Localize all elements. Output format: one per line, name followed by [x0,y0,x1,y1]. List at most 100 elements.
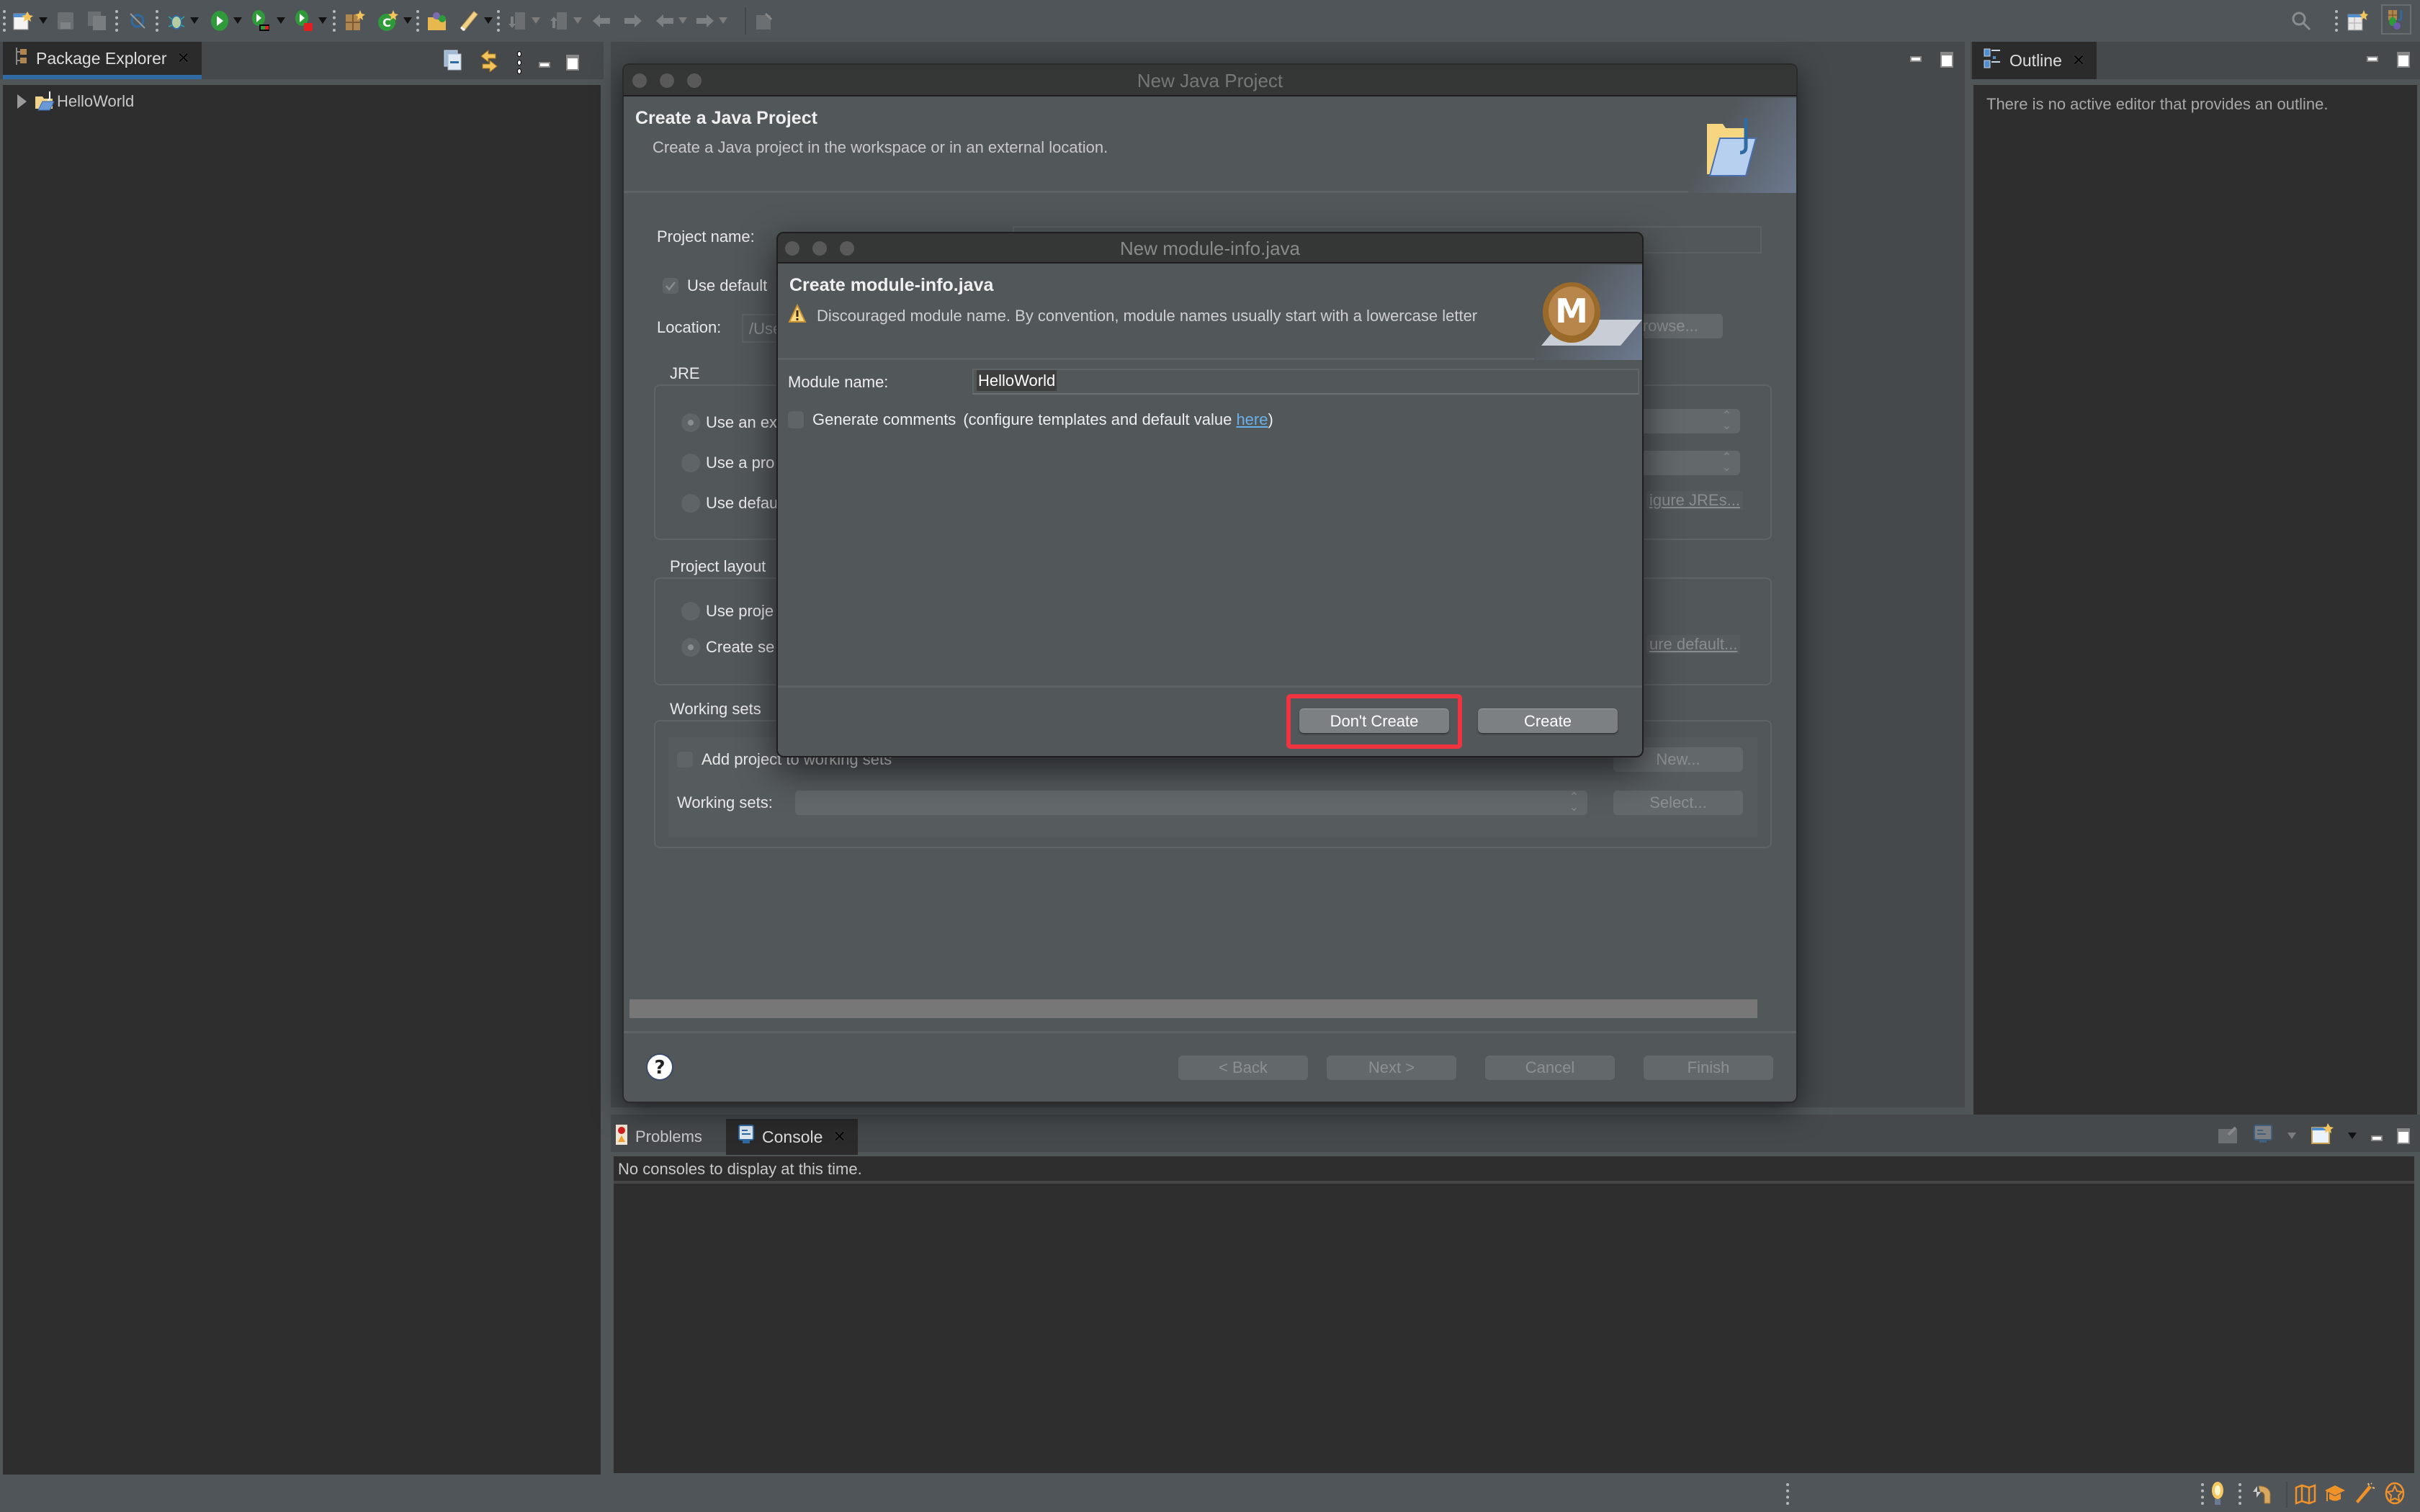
select-working-sets-button[interactable]: Select... [1613,791,1743,815]
working-sets-label: Working sets: [677,793,773,811]
module-banner: Create module-info.java Discouraged modu… [778,265,1642,360]
zoom-window-button[interactable] [840,241,854,256]
external-tools-dropdown[interactable] [318,17,327,24]
annotation-dropdown[interactable] [484,17,493,24]
coverage-dropdown[interactable] [277,17,285,24]
minimize-icon[interactable] [539,61,550,68]
maximize-icon[interactable] [2397,52,2410,68]
configure-templates-link[interactable]: here [1236,410,1268,429]
open-perspective-icon[interactable] [2344,7,2371,35]
generate-comments-label[interactable]: Generate comments [812,410,956,429]
debug-dropdown[interactable] [190,17,199,24]
tab-outline[interactable]: Outline ✕ [1972,42,2097,79]
module-name-input[interactable]: HelloWorld [972,369,1639,395]
minimize-window-button[interactable] [660,73,674,88]
new-class-dropdown[interactable] [403,17,412,24]
close-icon[interactable]: ✕ [833,1128,846,1146]
minimize-icon[interactable] [2371,1135,2383,1141]
expand-arrow-icon[interactable] [17,94,27,109]
create-button[interactable]: Create [1478,708,1618,733]
debug-icon[interactable] [163,7,190,35]
minimize-window-button[interactable] [812,241,827,256]
add-to-working-sets-checkbox[interactable] [677,752,693,768]
whats-new-icon[interactable] [2384,1482,2406,1508]
search-icon[interactable] [2287,7,2315,35]
java-project-wizard-icon [1707,118,1757,176]
wizard-description: Create a Java project in the workspace o… [653,138,1108,156]
close-window-button[interactable] [785,241,799,256]
tab-console[interactable]: Console ✕ [726,1119,858,1155]
view-menu-icon[interactable] [516,50,523,74]
layout-option-separate-folders[interactable] [681,638,700,657]
toolbar-separator [497,10,500,32]
tab-problems[interactable]: Problems [615,1122,702,1152]
jre-option-project-specific[interactable] [681,454,700,472]
layout-option-project-folder[interactable] [681,602,700,621]
jre-group-label: JRE [670,364,700,382]
tip-of-day-icon[interactable] [2210,1480,2226,1510]
previous-annotation-icon [546,7,573,35]
next-button[interactable]: Next > [1327,1056,1456,1080]
maximize-icon[interactable] [566,54,579,71]
back-dropdown [678,17,687,24]
minimize-icon[interactable] [2367,56,2378,62]
last-edit-location-icon [588,7,615,35]
tab-package-explorer[interactable]: Package Explorer ✕ [3,42,202,79]
location-label: Location: [657,318,722,336]
package-explorer-tree: HelloWorld [3,85,601,1475]
dont-create-button[interactable]: Don't Create [1299,708,1449,733]
pen-annotation-icon[interactable] [455,7,483,35]
dialog-title: New module-info.java [1119,238,1300,259]
new-java-class-icon[interactable]: C [375,7,402,35]
back-button[interactable]: < Back [1178,1056,1308,1080]
collapse-all-icon[interactable] [444,50,462,75]
generate-comments-checkbox[interactable] [788,411,804,428]
close-window-button[interactable] [632,73,647,88]
close-icon[interactable]: ✕ [2072,51,2085,70]
toolbar-separator [333,10,336,32]
display-console-dropdown[interactable] [2287,1133,2296,1139]
open-type-icon[interactable] [124,7,151,35]
new-java-package-icon[interactable] [341,7,369,35]
tutorials-icon[interactable] [2323,1483,2347,1508]
forward-edit-icon [619,7,647,35]
outline-icon [1984,48,2002,73]
zoom-window-button[interactable] [687,73,702,88]
link-with-editor-icon[interactable] [478,49,500,76]
open-console-dropdown[interactable] [2348,1133,2357,1139]
tree-item-helloworld[interactable]: HelloWorld [17,91,134,112]
restore-icon[interactable] [2250,1483,2273,1508]
cancel-button[interactable]: Cancel [1485,1056,1615,1080]
editor-area-controls [1910,52,1953,68]
display-console-icon[interactable] [2253,1124,2273,1148]
new-file-icon[interactable] [9,7,36,35]
open-folder-icon[interactable] [424,7,451,35]
new-dropdown[interactable] [39,17,48,24]
java-perspective-icon[interactable] [2381,4,2411,35]
toolbar-separator [3,10,6,32]
jre-option-default[interactable] [681,494,700,513]
outline-view: Outline ✕ There is no active editor that… [1971,42,2420,1151]
configure-jres-link[interactable]: igure JREs... [1646,491,1743,510]
run-dropdown[interactable] [233,17,242,24]
working-sets-combo[interactable]: ⌃ ⌄ [795,791,1587,815]
coverage-icon[interactable] [248,7,275,35]
console-panel: Problems Console ✕ No consoles to displa… [611,1115,2420,1475]
samples-icon[interactable] [2354,1482,2375,1508]
external-tools-icon[interactable] [291,7,318,35]
problems-tab-label: Problems [635,1128,702,1146]
maximize-icon[interactable] [2397,1128,2410,1144]
close-icon[interactable]: ✕ [177,49,190,68]
maximize-icon[interactable] [1940,52,1953,68]
finish-button[interactable]: Finish [1644,1056,1773,1080]
open-console-icon[interactable] [2311,1123,2334,1148]
jre-option-execution-env[interactable] [681,413,700,432]
use-default-location-checkbox[interactable] [663,278,678,294]
overview-icon[interactable] [2295,1483,2316,1508]
warning-text: Discouraged module name. By convention, … [817,307,1478,325]
run-icon[interactable] [206,7,233,35]
configure-default-link[interactable]: ure default... [1646,635,1741,654]
minimize-icon[interactable] [1910,56,1922,62]
dialog-title-bar: New Java Project [624,65,1796,96]
help-icon[interactable]: ? [645,1053,674,1085]
